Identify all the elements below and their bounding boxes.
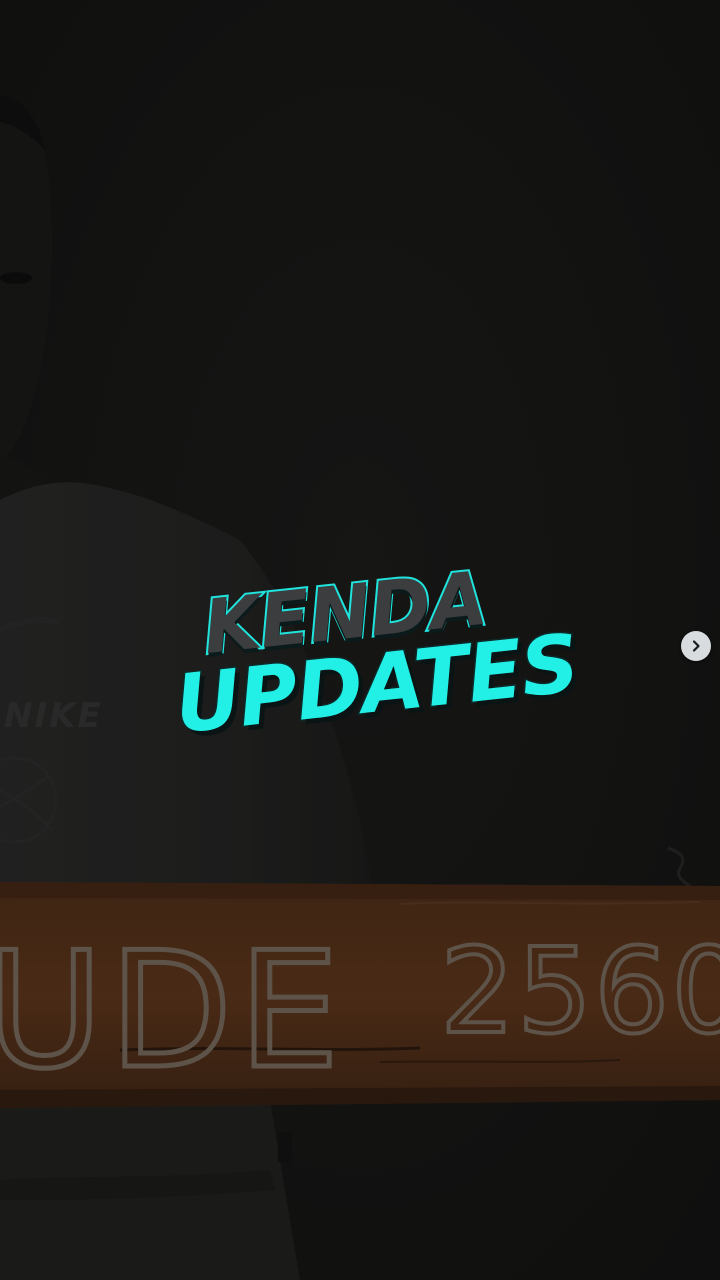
story-viewer[interactable]: NIKE UDE 2560 KENDA UPDATES xyxy=(0,0,720,1280)
chevron-right-icon xyxy=(689,639,703,653)
next-story-button[interactable] xyxy=(681,631,711,661)
